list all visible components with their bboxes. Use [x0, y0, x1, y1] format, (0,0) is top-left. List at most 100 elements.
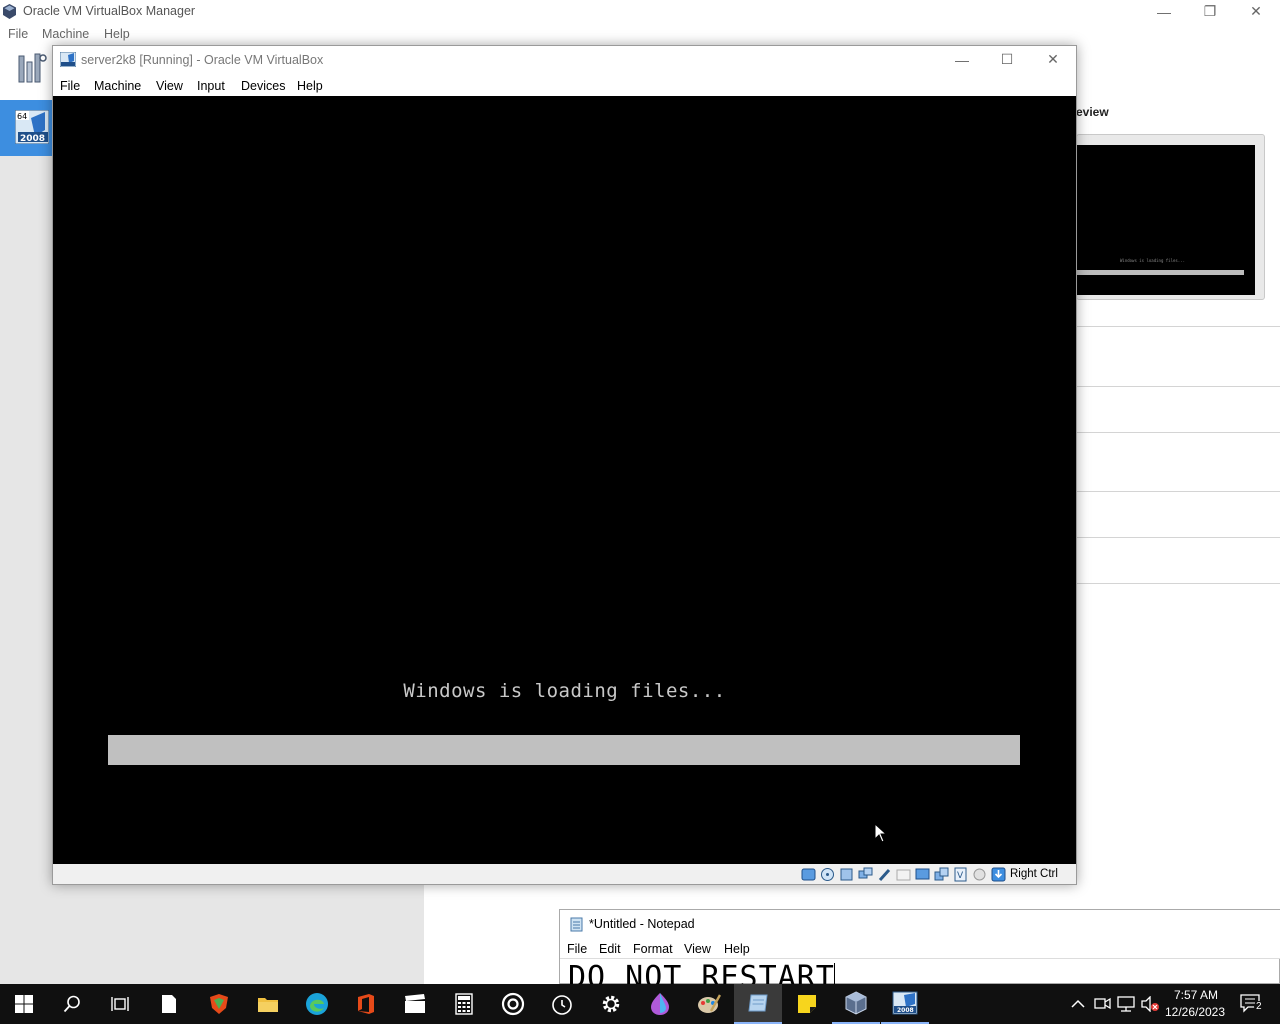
tray-clock-time[interactable]: 7:57 AM [1166, 988, 1226, 1002]
start-button[interactable] [0, 984, 48, 1024]
taskbar-paint3d[interactable] [636, 984, 684, 1024]
close-button[interactable]: ✕ [1233, 0, 1279, 23]
notepad-menu-help[interactable]: Help [724, 942, 750, 956]
hard-disk-status-icon[interactable] [801, 867, 816, 882]
network-icon [1117, 996, 1135, 1012]
vm-loading-progress-bar [108, 735, 1020, 765]
tray-clock-date[interactable]: 12/26/2023 [1164, 1005, 1226, 1019]
network-status-icon[interactable] [858, 867, 873, 882]
display-status-icon[interactable] [915, 867, 930, 882]
notepad-menu-separator [560, 958, 1280, 959]
taskbar-server2k8-vm[interactable]: 2008 [881, 984, 929, 1024]
show-hidden-icons-button[interactable] [1068, 994, 1088, 1014]
vm-menu-devices[interactable]: Devices [241, 79, 285, 93]
vm-close-button[interactable]: ✕ [1030, 46, 1076, 73]
notepad-menu-format[interactable]: Format [633, 942, 673, 956]
manager-menu-machine[interactable]: Machine [42, 27, 89, 41]
vm-maximize-button[interactable]: ☐ [984, 46, 1030, 73]
vm-os-icon [60, 52, 76, 67]
taskbar-file-app[interactable] [145, 984, 193, 1024]
vt-x-status-icon[interactable]: V [953, 867, 968, 882]
vm-window-title: server2k8 [Running] - Oracle VM VirtualB… [81, 53, 324, 67]
taskbar-browser-app[interactable] [195, 984, 243, 1024]
action-center-button[interactable]: 2 [1236, 994, 1266, 1014]
taskbar-clock-app[interactable] [538, 984, 586, 1024]
mouse-pointer-icon [874, 823, 888, 843]
notepad-taskbar-icon [748, 994, 768, 1012]
task-view-icon [111, 997, 129, 1011]
manager-menubar [0, 24, 1280, 44]
taskbar-edge[interactable] [293, 984, 341, 1024]
taskbar-settings[interactable] [587, 984, 635, 1024]
virtualbox-icon [3, 4, 16, 19]
edge-icon [306, 993, 328, 1015]
gear-icon [602, 995, 620, 1013]
clapperboard-icon [405, 994, 425, 1013]
paint-palette-icon [698, 994, 721, 1013]
notepad-menu-view[interactable]: View [684, 942, 711, 956]
taskbar-notepad[interactable] [734, 984, 782, 1024]
machine-list-item-server2k8[interactable]: 64 2008 [0, 100, 52, 156]
notepad-icon [570, 917, 583, 932]
host-key-label: Right Ctrl [1010, 868, 1058, 880]
tray-network[interactable] [1116, 994, 1136, 1014]
recording-status-icon[interactable] [934, 867, 949, 882]
notepad-menu-edit[interactable]: Edit [599, 942, 621, 956]
preview-screen-text: Windows is loading files... [1120, 258, 1186, 263]
vm-menu-view[interactable]: View [156, 79, 183, 93]
svg-text:2008: 2008 [20, 134, 45, 144]
search-button[interactable] [48, 984, 96, 1024]
notepad-menu-file[interactable]: File [567, 942, 587, 956]
details-separator [1076, 583, 1280, 584]
optical-drive-status-icon[interactable] [820, 867, 835, 882]
taskbar-office[interactable] [342, 984, 390, 1024]
details-separator [1076, 326, 1280, 327]
keyboard-capture-status-icon[interactable] [991, 867, 1006, 882]
mouse-integration-status-icon[interactable] [972, 867, 987, 882]
minimize-button[interactable]: — [1141, 0, 1187, 23]
details-separator [1076, 386, 1280, 387]
notepad-window-title: *Untitled - Notepad [589, 917, 695, 931]
vm-menu-input[interactable]: Input [197, 79, 225, 93]
chevron-up-icon [1071, 999, 1085, 1008]
usb-status-icon[interactable] [877, 867, 892, 882]
svg-text:2008: 2008 [897, 1007, 914, 1014]
shared-folders-status-icon[interactable] [896, 867, 911, 882]
sticky-note-icon [798, 995, 816, 1013]
task-view-button[interactable] [96, 984, 144, 1024]
virtualbox-cube-icon [845, 991, 867, 1015]
vm-loading-text: Windows is loading files... [403, 680, 726, 702]
document-icon [162, 995, 176, 1013]
alarm-clock-icon [552, 995, 572, 1015]
manager-menu-help[interactable]: Help [104, 27, 130, 41]
webcam-icon [1094, 997, 1111, 1010]
restore-button[interactable]: ❐ [1187, 0, 1233, 23]
audio-status-icon[interactable] [839, 867, 854, 882]
taskbar-file-explorer[interactable] [244, 984, 292, 1024]
taskbar-calculator[interactable] [440, 984, 488, 1024]
taskbar-sticky-notes[interactable] [783, 984, 831, 1024]
taskbar-target-app[interactable] [489, 984, 537, 1024]
vm-menu-file[interactable]: File [60, 79, 80, 93]
vm-minimize-button[interactable]: — [939, 46, 985, 73]
details-separator [1076, 491, 1280, 492]
svg-text:64: 64 [17, 112, 27, 121]
taskbar-paint[interactable] [685, 984, 733, 1024]
windows-2008-vm-icon: 2008 [892, 991, 918, 1015]
tray-volume[interactable] [1140, 994, 1160, 1014]
notification-count-badge: 2 [1254, 1001, 1264, 1012]
preview-progress-bar [1076, 270, 1244, 275]
taskbar-video-editor[interactable] [391, 984, 439, 1024]
office-icon [358, 994, 374, 1014]
preview-section-header: eview [1076, 105, 1109, 119]
search-icon [63, 995, 80, 1013]
tray-meet-now[interactable] [1092, 994, 1112, 1014]
vm-menu-help[interactable]: Help [297, 79, 323, 93]
volume-muted-icon [1141, 996, 1159, 1012]
vm-menu-machine[interactable]: Machine [94, 79, 141, 93]
tools-icon [18, 53, 47, 83]
taskbar-virtualbox[interactable] [832, 984, 880, 1024]
manager-menu-file[interactable]: File [8, 27, 28, 41]
folder-icon [258, 998, 278, 1012]
tools-button[interactable] [0, 44, 52, 100]
